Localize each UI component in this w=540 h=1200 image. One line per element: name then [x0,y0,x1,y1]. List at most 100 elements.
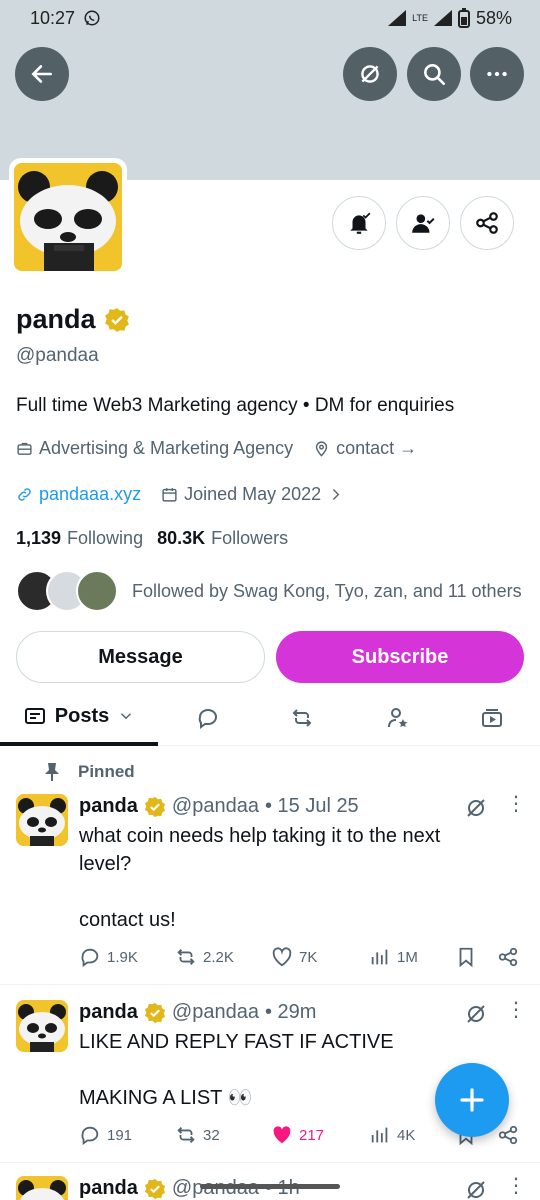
share-icon [498,947,518,967]
briefcase-icon [17,442,32,455]
tweet-more-button[interactable]: ⋮ [506,794,526,821]
verified-badge-icon [144,796,165,817]
like-button[interactable]: 7K [271,946,369,968]
arrow-left-icon [31,65,52,83]
tweet-avatar[interactable] [16,794,68,846]
repost-icon [177,1127,195,1143]
notifications-button[interactable] [332,196,386,250]
share-button[interactable] [497,1124,519,1146]
panda-avatar-image [16,1000,68,1052]
tweet-author-handle: @pandaa [171,795,259,817]
profile-meta-row-2: pandaaa.xyz Joined May 2022 [16,484,344,505]
tweet-author-name[interactable]: panda [79,795,138,818]
share-icon [498,1125,518,1145]
grok-icon[interactable] [464,796,488,820]
reply-button[interactable]: 191 [79,1124,175,1146]
profile-handle: @pandaa [16,345,99,366]
tab-replies[interactable] [180,690,236,746]
joined-item[interactable]: Joined May 2022 [161,484,344,505]
reply-count: 191 [107,1126,133,1144]
tweet-header: panda @pandaa • 15 Jul 25 [79,795,359,818]
profile-avatar[interactable] [9,158,127,276]
signal-icon-2 [433,10,452,26]
tweet-avatar[interactable] [16,1000,68,1052]
more-button[interactable] [470,47,524,101]
followed-by-text: Followed by Swag Kong, Tyo, zan, and 11 … [132,580,522,601]
views-button[interactable]: 1M [369,946,455,968]
reply-count: 1.9K [107,948,138,966]
home-indicator[interactable] [200,1184,340,1189]
repost-icon [292,709,312,727]
verified-badge-icon [104,307,129,332]
followed-by-row[interactable]: Followed by Swag Kong, Tyo, zan, and 11 … [16,570,522,612]
profile-name-row: panda [16,304,130,335]
views-count: 1M [397,948,418,966]
reply-button[interactable]: 1.9K [79,946,175,968]
compose-button[interactable] [435,1063,509,1137]
category-item: Advertising & Marketing Agency [16,438,293,459]
reply-bubble-icon [198,709,218,729]
tab-reposts[interactable] [274,690,330,746]
tweet-avatar[interactable] [16,1176,68,1200]
tab-media[interactable] [464,690,520,746]
message-button[interactable]: Message [16,631,265,683]
share-icon [476,212,498,234]
search-button[interactable] [407,47,461,101]
reply-icon [81,1126,99,1146]
tweet-author-handle: @pandaa [171,1001,259,1023]
website-label: pandaaa.xyz [39,484,142,504]
link-icon [18,488,31,501]
calendar-icon [162,488,177,502]
tweet-header: panda @pandaa • 29m [79,1001,316,1024]
back-button[interactable] [15,47,69,101]
repost-button[interactable]: 32 [175,1124,271,1146]
heart-filled-icon [273,1126,291,1144]
contact-link[interactable]: contact → [313,438,417,459]
grok-button[interactable] [343,47,397,101]
category-label: Advertising & Marketing Agency [39,438,294,458]
panda-avatar-image [16,794,68,846]
status-bar: 10:27 LTE 58% [0,0,540,36]
heart-icon [272,947,292,967]
tweet-text: what coin needs help taking it to the ne… [79,825,441,931]
repost-count: 32 [203,1126,220,1144]
repost-button[interactable]: 2.2K [175,946,271,968]
repost-count: 2.2K [203,948,234,966]
followers-stat[interactable]: 80.3K Followers [157,528,288,549]
following-count: 1,139 [16,528,62,548]
search-icon [424,64,446,86]
reply-icon [81,948,99,968]
tweet-more-button[interactable]: ⋮ [506,1000,526,1027]
user-star-icon [388,708,408,728]
grok-icon[interactable] [464,1178,488,1200]
tweet-author-name[interactable]: panda [79,1177,138,1200]
tweet-more-button[interactable]: ⋮ [506,1176,526,1200]
tab-posts[interactable]: Posts [0,690,158,746]
media-icon [482,709,502,727]
grok-icon[interactable] [464,1002,488,1026]
profile-meta-row-1: Advertising & Marketing Agency contact → [16,438,417,459]
signal-icon [388,10,407,26]
joined-label: Joined May 2022 [184,484,322,504]
repost-icon [177,949,195,965]
network-type: LTE [412,12,428,23]
share-profile-button[interactable] [460,196,514,250]
subscribe-button[interactable]: Subscribe [276,631,524,683]
tweet-author-name[interactable]: panda [79,1001,138,1024]
chevron-down-icon [121,713,132,720]
website-link[interactable]: pandaaa.xyz [16,484,141,505]
follower-avatars [16,570,118,612]
following-label: Following [67,528,144,548]
tab-highlights[interactable] [370,690,426,746]
tweet-divider [0,984,540,985]
pin-icon [45,763,59,781]
user-check-icon [412,214,435,233]
like-button[interactable]: 217 [271,1124,369,1146]
bookmark-button[interactable] [455,946,497,968]
following-button[interactable] [396,196,450,250]
views-count: 4K [397,1126,416,1144]
more-horizontal-icon [487,71,507,77]
views-button[interactable]: 4K [369,1124,455,1146]
share-button[interactable] [497,946,519,968]
following-stat[interactable]: 1,139 Following [16,528,143,549]
